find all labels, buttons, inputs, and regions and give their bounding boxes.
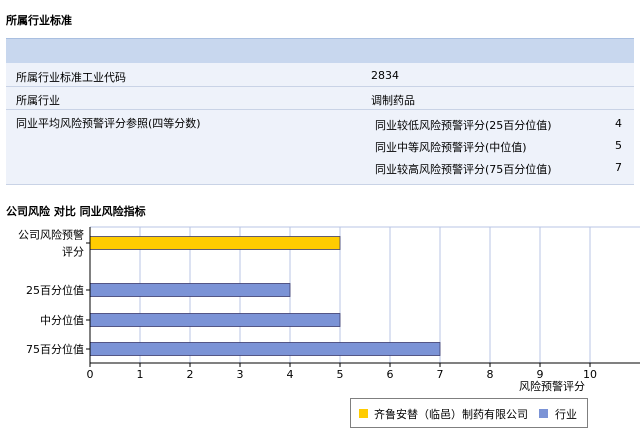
peer-mid-risk-label: 同业中等风险预警评分(中位值) <box>375 141 527 154</box>
table-row: 所属行业 调制药品 <box>6 87 634 110</box>
legend-label-company: 齐鲁安替（临邑）制药有限公司 <box>374 408 528 421</box>
peer-average-label: 同业平均风险预警评分参照(四等分数) <box>16 117 201 130</box>
x-tick-label: 1 <box>137 368 144 381</box>
industry-value: 调制药品 <box>371 94 415 107</box>
industry-label: 所属行业 <box>16 94 60 107</box>
bar-company-0 <box>89 236 341 250</box>
industry-code-value: 2834 <box>371 69 399 82</box>
category-label: 25百分位值 <box>26 283 84 297</box>
x-tick-label: 5 <box>337 368 344 381</box>
x-tick-label: 6 <box>387 368 394 381</box>
bar-industry-2 <box>89 313 341 327</box>
x-axis-label: 风险预警评分 <box>519 379 585 393</box>
table-row: 所属行业标准工业代码 2834 <box>6 63 634 87</box>
category-label: 75百分位值 <box>26 342 84 356</box>
x-tick-label: 4 <box>287 368 294 381</box>
x-tick-label: 7 <box>437 368 444 381</box>
table-row: 同业平均风险预警评分参照(四等分数) 同业较低风险预警评分(25百分位值) 4 … <box>6 110 634 185</box>
risk-comparison-chart: 0 1 2 3 4 5 6 7 8 9 10风险预警评分公司风险预警评分25百分位值中分位值75百分… <box>18 226 640 393</box>
peer-low-risk-label: 同业较低风险预警评分(25百分位值) <box>375 119 552 132</box>
section-title-industry-standard: 所属行业标准 <box>6 14 72 27</box>
x-tick-label: 2 <box>187 368 194 381</box>
x-tick-label: 8 <box>487 368 494 381</box>
peer-mid-risk-value: 5 <box>615 139 622 152</box>
category-label: 评分 <box>62 246 84 259</box>
legend-swatch-company <box>359 409 368 418</box>
legend-swatch-industry <box>539 409 548 418</box>
x-tick-label: 10 <box>583 368 597 381</box>
x-tick-label: 3 <box>237 368 244 381</box>
chart-legend: 齐鲁安替（临邑）制药有限公司 行业 <box>350 398 588 428</box>
peer-low-risk-value: 4 <box>615 117 622 130</box>
section-title-risk-comparison: 公司风险 对比 同业风险指标 <box>6 205 146 218</box>
x-tick-label: 0 <box>87 368 94 381</box>
industry-info-table: 所属行业标准工业代码 2834 所属行业 调制药品 同业平均风险预警评分参照(四… <box>6 63 634 185</box>
legend-label-industry: 行业 <box>555 408 577 421</box>
industry-code-label: 所属行业标准工业代码 <box>16 71 126 84</box>
category-label: 中分位值 <box>40 313 84 327</box>
category-label: 公司风险预警 <box>18 228 84 242</box>
bar-industry-1 <box>89 283 291 297</box>
bar-industry-3 <box>89 342 441 356</box>
peer-high-risk-label: 同业较高风险预警评分(75百分位值) <box>375 163 552 176</box>
peer-high-risk-value: 7 <box>615 161 622 174</box>
table-header-band <box>6 38 634 64</box>
